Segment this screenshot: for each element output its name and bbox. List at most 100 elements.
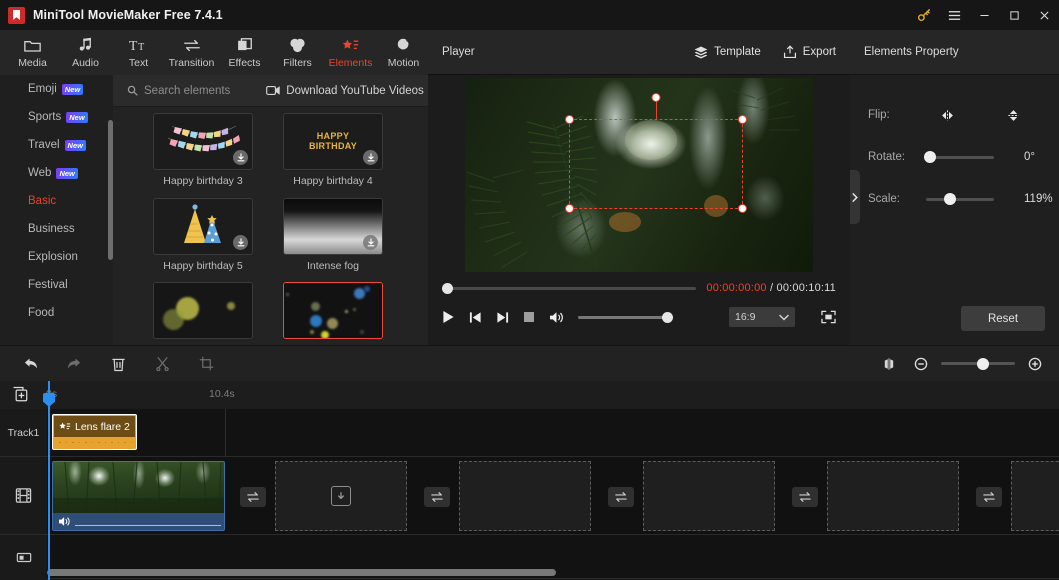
- video-preview[interactable]: [465, 78, 813, 272]
- sidebar-item-festival[interactable]: Festival: [0, 271, 113, 299]
- timeline-placeholder-slot[interactable]: [275, 461, 407, 531]
- aspect-ratio-select[interactable]: 16:9: [729, 307, 795, 327]
- close-icon[interactable]: [1029, 0, 1059, 30]
- crop-button[interactable]: [184, 346, 228, 382]
- timeline-placeholder-slot[interactable]: [1011, 461, 1059, 531]
- lane-elements[interactable]: Lens flare 2: [47, 409, 1059, 457]
- delete-button[interactable]: [96, 346, 140, 382]
- element-card[interactable]: [153, 282, 253, 345]
- rotate-slider[interactable]: [924, 151, 994, 163]
- element-thumbnail-selected[interactable]: [283, 282, 383, 340]
- volume-button[interactable]: [549, 311, 564, 324]
- tab-text[interactable]: TT Text: [112, 30, 165, 75]
- seek-slider[interactable]: [442, 282, 697, 294]
- transition-add-button[interactable]: [976, 487, 1002, 507]
- sidebar-item-web[interactable]: Web New: [0, 159, 113, 187]
- layers-square-icon: [237, 37, 253, 54]
- transition-add-button[interactable]: [424, 487, 450, 507]
- timeline-clip-video[interactable]: [52, 461, 225, 531]
- track-header-elements[interactable]: Track1: [0, 409, 47, 457]
- element-card[interactable]: Happy birthday 5: [153, 197, 253, 273]
- download-arrow-icon[interactable]: [233, 234, 248, 250]
- timeline-clip-element[interactable]: Lens flare 2: [52, 414, 137, 450]
- timeline-placeholder-slot[interactable]: [643, 461, 775, 531]
- maximize-icon[interactable]: [999, 0, 1029, 30]
- track-header-video[interactable]: [0, 457, 47, 535]
- lane-video[interactable]: [47, 457, 1059, 535]
- search-input[interactable]: Search elements: [127, 85, 230, 97]
- transition-add-button[interactable]: [608, 487, 634, 507]
- element-card[interactable]: Intense fog: [283, 197, 383, 273]
- tab-elements[interactable]: Elements: [324, 30, 377, 75]
- sidebar-item-business[interactable]: Business: [0, 215, 113, 243]
- panel-collapse-handle[interactable]: [850, 170, 860, 224]
- undo-button[interactable]: [8, 346, 52, 382]
- resize-handle-br[interactable]: [738, 204, 747, 213]
- scale-slider[interactable]: [926, 193, 994, 205]
- resize-handle-tl[interactable]: [565, 115, 574, 124]
- sidebar-item-travel[interactable]: Travel New: [0, 131, 113, 159]
- export-button[interactable]: Export: [783, 45, 836, 59]
- timeline-placeholder-slot[interactable]: [459, 461, 591, 531]
- tab-transition[interactable]: Transition: [165, 30, 218, 75]
- track-header-extra[interactable]: [0, 535, 47, 579]
- element-thumbnail[interactable]: [153, 282, 253, 340]
- element-card[interactable]: Happy birthday 3: [153, 113, 253, 188]
- flip-vertical-icon[interactable]: [998, 108, 1028, 123]
- download-youtube-button[interactable]: Download YouTube Videos: [266, 85, 424, 97]
- download-box-icon[interactable]: [331, 486, 351, 506]
- timeline-ruler[interactable]: 0s 10.4s: [0, 381, 1059, 409]
- element-thumbnail[interactable]: [153, 113, 253, 170]
- add-track-icon[interactable]: [12, 386, 29, 403]
- tab-motion[interactable]: Motion: [377, 30, 430, 75]
- download-arrow-icon[interactable]: [233, 150, 248, 165]
- fullscreen-icon[interactable]: [821, 310, 836, 324]
- previous-frame-button[interactable]: [469, 311, 482, 324]
- transition-add-button[interactable]: [792, 487, 818, 507]
- element-thumbnail[interactable]: HAPPY BIRTHDAY: [283, 113, 383, 170]
- redo-button[interactable]: [52, 346, 96, 382]
- flip-horizontal-icon[interactable]: [932, 109, 962, 122]
- rotate-handle[interactable]: [651, 93, 661, 102]
- menu-icon[interactable]: [939, 0, 969, 30]
- sidebar-item-basic[interactable]: Basic: [0, 187, 113, 215]
- minimize-icon[interactable]: [969, 0, 999, 30]
- resize-handle-tr[interactable]: [738, 115, 747, 124]
- split-view-icon[interactable]: [877, 346, 901, 382]
- tab-audio[interactable]: Audio: [59, 30, 112, 75]
- tab-effects[interactable]: Effects: [218, 30, 271, 75]
- zoom-out-icon[interactable]: [911, 346, 931, 382]
- play-button[interactable]: [442, 310, 455, 324]
- tab-media[interactable]: Media: [6, 30, 59, 75]
- stop-button[interactable]: [523, 311, 535, 323]
- timeline-horizontal-scrollbar[interactable]: [47, 569, 556, 576]
- split-button[interactable]: [140, 346, 184, 382]
- sidebar-item-sports[interactable]: Sports New: [0, 103, 113, 131]
- element-selection-box[interactable]: [565, 93, 747, 213]
- scale-knob[interactable]: [944, 193, 956, 205]
- resize-handle-bl[interactable]: [565, 204, 574, 213]
- volume-knob[interactable]: [662, 311, 673, 323]
- sidebar-item-explosion[interactable]: Explosion: [0, 243, 113, 271]
- template-button[interactable]: Template: [694, 45, 761, 59]
- element-thumbnail[interactable]: [153, 197, 253, 255]
- element-thumbnail[interactable]: [283, 197, 383, 255]
- timeline-zoom-slider[interactable]: [941, 357, 1015, 370]
- download-arrow-icon[interactable]: [363, 234, 378, 250]
- zoom-in-icon[interactable]: [1025, 346, 1045, 382]
- tab-filters[interactable]: Filters: [271, 30, 324, 75]
- element-card[interactable]: HAPPY BIRTHDAY Happy birthday 4: [283, 113, 383, 188]
- download-arrow-icon[interactable]: [363, 150, 378, 165]
- reset-button[interactable]: Reset: [961, 306, 1045, 331]
- seek-knob[interactable]: [442, 282, 453, 294]
- sidebar-item-emoji[interactable]: Emoji New: [0, 75, 113, 103]
- timeline-zoom-knob[interactable]: [977, 357, 989, 370]
- volume-slider[interactable]: [578, 311, 673, 323]
- timeline-placeholder-slot[interactable]: [827, 461, 959, 531]
- transition-add-button[interactable]: [240, 487, 266, 507]
- rotate-knob[interactable]: [924, 151, 936, 163]
- next-frame-button[interactable]: [496, 311, 509, 324]
- element-card[interactable]: [283, 282, 383, 345]
- key-icon[interactable]: [909, 0, 939, 30]
- sidebar-item-food[interactable]: Food: [0, 299, 113, 327]
